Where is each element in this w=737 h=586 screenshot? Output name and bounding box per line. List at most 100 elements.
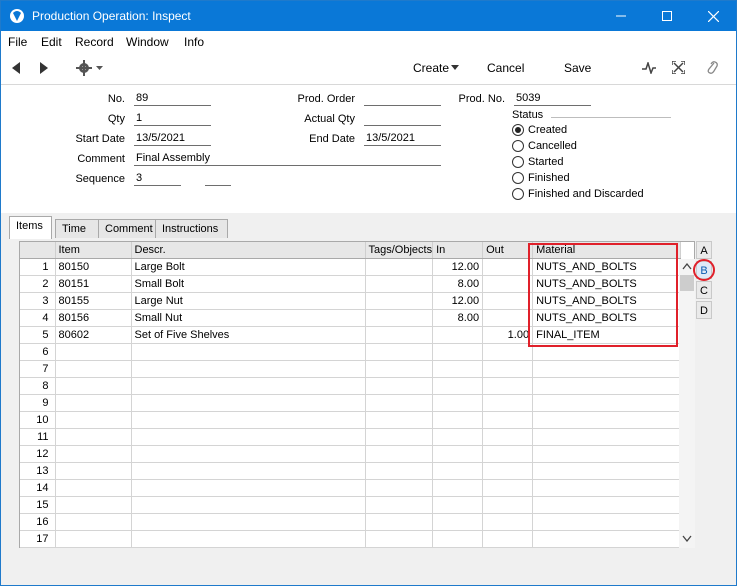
cell-in[interactable] (432, 530, 484, 548)
cell-item[interactable]: 80151 (55, 275, 132, 293)
menu-edit[interactable]: Edit (41, 35, 62, 49)
cell-in[interactable] (432, 343, 484, 361)
cell-item[interactable] (55, 360, 132, 378)
cell-out[interactable] (482, 496, 534, 514)
previous-record-icon[interactable] (11, 62, 21, 74)
scroll-up-icon[interactable] (682, 263, 692, 270)
col-descr[interactable]: Descr. (131, 242, 366, 259)
cell-item[interactable]: 80156 (55, 309, 132, 327)
cell-tags[interactable] (365, 428, 434, 446)
actual-qty-field[interactable] (364, 112, 441, 126)
col-item[interactable]: Item (55, 242, 132, 259)
status-finished-radio[interactable]: Finished (512, 172, 570, 184)
table-row[interactable]: 9 (20, 394, 682, 412)
menu-window[interactable]: Window (126, 35, 169, 49)
status-started-radio[interactable]: Started (512, 156, 563, 168)
col-in[interactable]: In (432, 242, 484, 259)
cell-descr[interactable] (131, 462, 366, 480)
qty-field[interactable]: 1 (134, 112, 211, 126)
cell-item[interactable] (55, 530, 132, 548)
cell-material[interactable] (532, 479, 682, 497)
cell-material[interactable] (532, 445, 682, 463)
cell-item[interactable] (55, 394, 132, 412)
cell-item[interactable] (55, 411, 132, 429)
cell-descr[interactable]: Small Bolt (131, 275, 366, 293)
cell-tags[interactable] (365, 360, 434, 378)
cell-item[interactable] (55, 513, 132, 531)
cell-descr[interactable] (131, 445, 366, 463)
scroll-down-icon[interactable] (682, 535, 692, 542)
cell-material[interactable] (532, 411, 682, 429)
status-finished-discarded-radio[interactable]: Finished and Discarded (512, 188, 644, 200)
cell-tags[interactable] (365, 462, 434, 480)
cell-descr[interactable] (131, 530, 366, 548)
menu-record[interactable]: Record (75, 35, 114, 49)
scroll-thumb[interactable] (680, 275, 694, 291)
cell-descr[interactable] (131, 394, 366, 412)
cell-in[interactable] (432, 513, 484, 531)
tab-comment[interactable]: Comment (98, 219, 156, 238)
cell-in[interactable] (432, 360, 484, 378)
cell-tags[interactable] (365, 326, 434, 344)
chevron-down-icon[interactable] (451, 65, 459, 71)
cell-in[interactable]: 12.00 (432, 258, 484, 276)
cell-item[interactable] (55, 496, 132, 514)
table-row[interactable]: 8 (20, 377, 682, 395)
cell-material[interactable] (532, 377, 682, 395)
cell-item[interactable]: 80602 (55, 326, 132, 344)
table-row[interactable]: 15 (20, 496, 682, 514)
side-tab-c[interactable]: C (696, 281, 712, 299)
cell-in[interactable] (432, 377, 484, 395)
cell-out[interactable]: 1.00 (482, 326, 534, 344)
cell-tags[interactable] (365, 377, 434, 395)
cell-in[interactable] (432, 479, 484, 497)
status-created-radio[interactable]: Created (512, 124, 567, 136)
cell-in[interactable]: 8.00 (432, 275, 484, 293)
side-tab-a[interactable]: A (696, 241, 712, 259)
cell-out[interactable] (482, 462, 534, 480)
cell-item[interactable]: 80155 (55, 292, 132, 310)
cell-out[interactable] (482, 394, 534, 412)
cell-tags[interactable] (365, 343, 434, 361)
table-row[interactable]: 17 (20, 530, 682, 548)
cell-descr[interactable] (131, 377, 366, 395)
sequence-field[interactable]: 3 (134, 172, 181, 186)
cell-material[interactable] (532, 496, 682, 514)
cell-descr[interactable]: Small Nut (131, 309, 366, 327)
cell-tags[interactable] (365, 394, 434, 412)
cell-in[interactable] (432, 326, 484, 344)
cell-out[interactable] (482, 343, 534, 361)
cell-in[interactable] (432, 445, 484, 463)
cell-descr[interactable] (131, 428, 366, 446)
cell-tags[interactable] (365, 411, 434, 429)
pulse-icon[interactable] (642, 62, 656, 74)
col-out[interactable]: Out (482, 242, 534, 259)
cell-tags[interactable] (365, 275, 434, 293)
close-button[interactable] (690, 1, 736, 31)
cell-material[interactable] (532, 513, 682, 531)
cell-item[interactable] (55, 343, 132, 361)
start-date-field[interactable]: 13/5/2021 (134, 132, 211, 146)
table-row[interactable]: 11 (20, 428, 682, 446)
prod-no-field[interactable]: 5039 (514, 92, 591, 106)
cancel-button[interactable]: Cancel (487, 61, 524, 75)
cell-material[interactable] (532, 530, 682, 548)
cell-material[interactable] (532, 428, 682, 446)
cell-tags[interactable] (365, 309, 434, 327)
maximize-button[interactable] (644, 1, 690, 31)
cell-item[interactable] (55, 462, 132, 480)
cell-item[interactable] (55, 445, 132, 463)
cell-in[interactable]: 8.00 (432, 309, 484, 327)
cell-tags[interactable] (365, 292, 434, 310)
cell-descr[interactable]: Large Nut (131, 292, 366, 310)
minimize-button[interactable] (598, 1, 644, 31)
cell-in[interactable] (432, 428, 484, 446)
cell-descr[interactable] (131, 513, 366, 531)
gear-icon[interactable] (76, 60, 104, 76)
cell-out[interactable] (482, 258, 534, 276)
cell-in[interactable]: 12.00 (432, 292, 484, 310)
cell-in[interactable] (432, 462, 484, 480)
cell-item[interactable] (55, 428, 132, 446)
cell-out[interactable] (482, 411, 534, 429)
cell-tags[interactable] (365, 496, 434, 514)
